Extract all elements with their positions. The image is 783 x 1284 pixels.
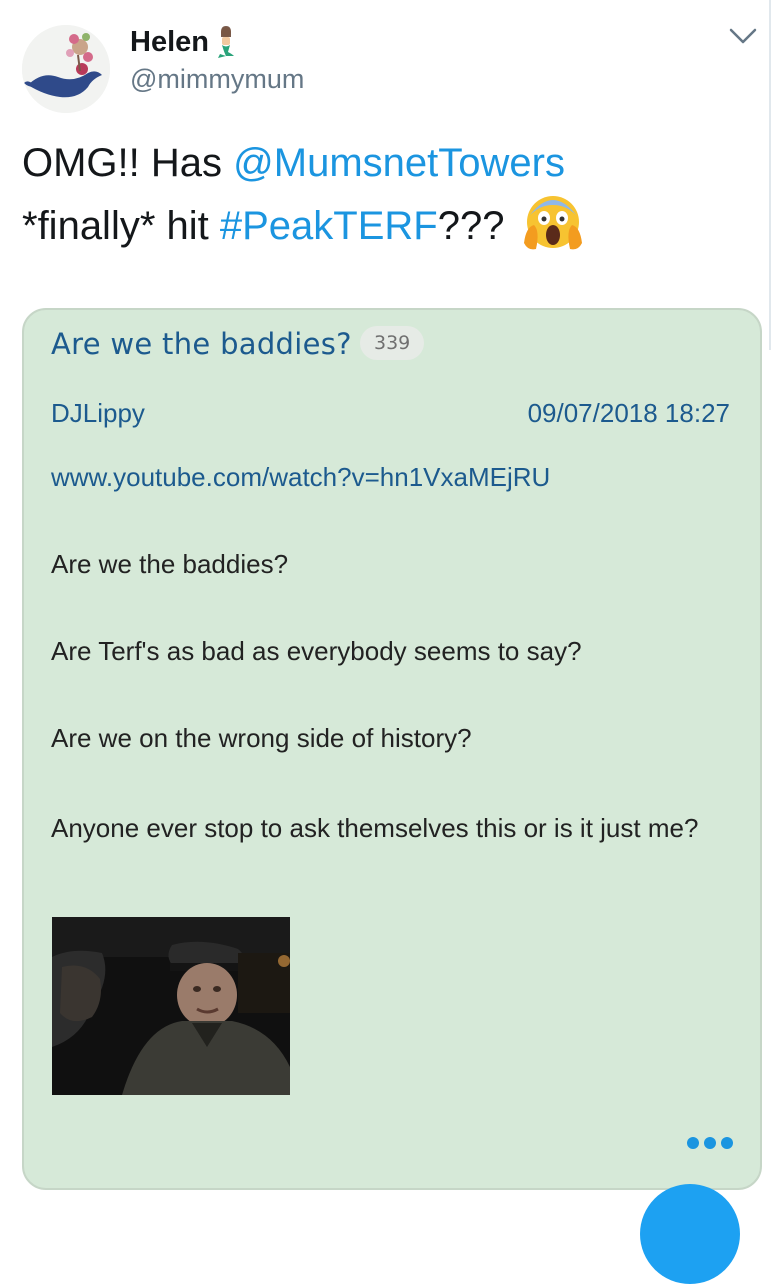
scrollbar-edge xyxy=(769,0,783,350)
post-timestamp: 09/07/2018 18:27 xyxy=(527,398,730,428)
poster-name: DJLippy xyxy=(51,398,145,428)
tweet-text: OMG!! Has @MumsnetTowers *finally* hit #… xyxy=(22,136,722,254)
post-line: Are we the baddies? xyxy=(51,549,289,579)
tweet-text-middle: *finally* hit xyxy=(22,204,220,248)
tweet-text-prefix: OMG!! Has xyxy=(22,141,234,185)
reply-count-badge: 339 xyxy=(360,326,425,360)
compose-fab-button[interactable] xyxy=(640,1184,740,1284)
tweet-text-suffix: ??? xyxy=(437,204,505,248)
more-dots-icon[interactable] xyxy=(685,1132,735,1154)
avatar[interactable] xyxy=(22,25,110,113)
youtube-link: www.youtube.com/watch?v=hn1VxaMEjRU xyxy=(51,462,551,492)
post-line: Are we on the wrong side of history? xyxy=(51,723,472,753)
author-display-name[interactable]: Helen xyxy=(130,26,209,59)
thread-title: Are we the baddies? xyxy=(51,327,352,361)
author-handle[interactable]: @mimmymum xyxy=(130,64,304,95)
mention-link[interactable]: @MumsnetTowers xyxy=(233,141,565,185)
face-screaming-in-fear-emoji xyxy=(523,196,582,250)
chevron-down-icon[interactable] xyxy=(728,26,758,46)
mermaid-emoji xyxy=(218,26,234,58)
video-thumbnail xyxy=(52,917,290,1095)
hashtag-link[interactable]: #PeakTERF xyxy=(220,204,438,248)
post-line: Anyone ever stop to ask themselves this … xyxy=(51,813,699,843)
screenshot-card[interactable]: Are we the baddies? 339 DJLippy 09/07/20… xyxy=(22,308,762,1190)
post-line: Are Terf's as bad as everybody seems to … xyxy=(51,636,582,666)
